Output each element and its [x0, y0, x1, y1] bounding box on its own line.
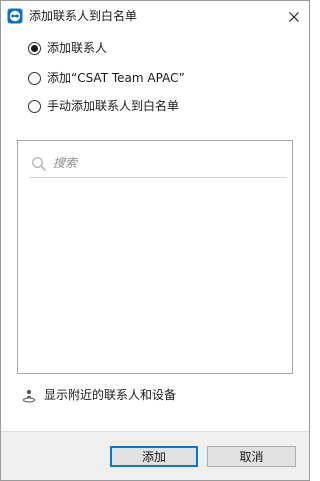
- show-nearby-link[interactable]: 显示附近的联系人和设备: [22, 387, 176, 403]
- dialog-title: 添加联系人到白名单: [29, 9, 138, 23]
- show-nearby-label: 显示附近的联系人和设备: [44, 388, 177, 402]
- radio-button-selected[interactable]: [28, 41, 41, 55]
- dialog-footer: 添加 取消: [1, 431, 309, 480]
- radio-option-manual-add[interactable]: 手动添加联系人到白名单: [28, 98, 179, 114]
- radio-option-label: 添加联系人: [47, 41, 108, 55]
- contact-list-panel: [17, 140, 293, 374]
- cancel-button[interactable]: 取消: [207, 446, 296, 467]
- radio-selected-dot: [31, 44, 38, 52]
- close-button[interactable]: [279, 1, 309, 31]
- search-icon: [31, 156, 47, 172]
- radio-button[interactable]: [28, 71, 41, 85]
- search-bar: [29, 149, 287, 178]
- close-icon: [289, 7, 299, 26]
- add-to-whitelist-dialog: 添加联系人到白名单 添加联系人 添加“CSAT Team APAC” 手动添加联…: [0, 0, 310, 481]
- radio-option-add-group[interactable]: 添加“CSAT Team APAC”: [28, 70, 185, 86]
- search-input[interactable]: [53, 153, 283, 173]
- radio-option-label: 添加“CSAT Team APAC”: [47, 71, 185, 85]
- title-bar: 添加联系人到白名单: [1, 1, 309, 31]
- nearby-person-icon: [22, 388, 36, 403]
- radio-option-add-contact[interactable]: 添加联系人: [28, 40, 107, 56]
- radio-button[interactable]: [28, 99, 41, 113]
- add-button[interactable]: 添加: [110, 446, 198, 467]
- teamviewer-logo-icon: [7, 8, 23, 24]
- radio-option-label: 手动添加联系人到白名单: [47, 99, 180, 113]
